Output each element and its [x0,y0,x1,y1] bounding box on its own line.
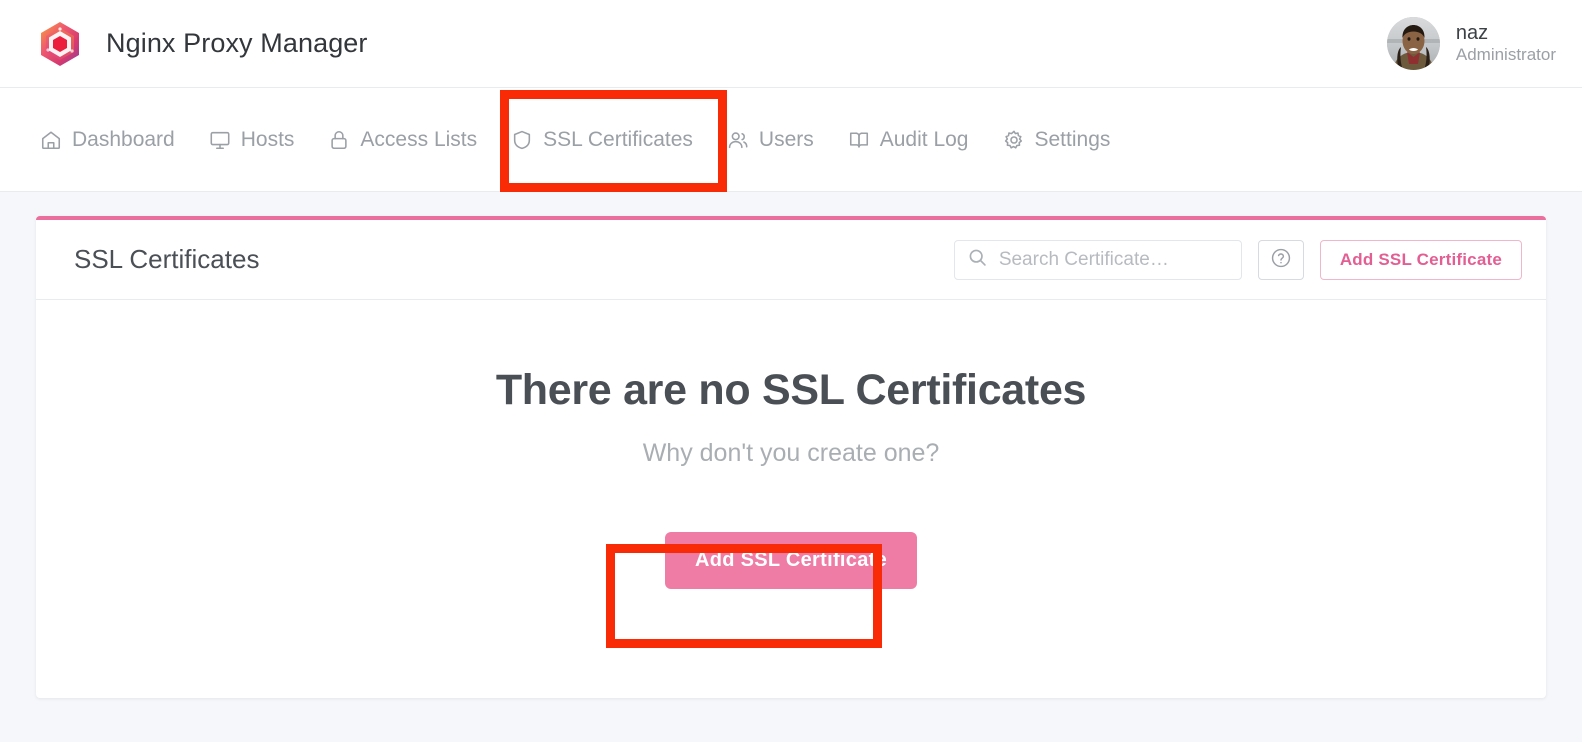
shield-icon [511,129,533,151]
user-role: Administrator [1455,45,1556,65]
avatar [1386,17,1440,70]
npm-hexagon-logo-icon [36,20,84,68]
lock-icon [328,129,350,151]
user-name: naz [1455,22,1489,45]
users-icon [727,129,749,151]
monitor-icon [209,129,231,151]
card-header: SSL Certificates Add SSL Certificate [36,220,1546,300]
ssl-certificates-card: SSL Certificates Add SSL Certificate The [36,216,1546,698]
help-button[interactable] [1257,239,1304,280]
nav-item-label: Dashboard [72,127,175,151]
gear-icon [1003,129,1025,151]
search-icon [967,247,988,273]
home-icon [40,129,62,151]
nav-item-audit-log[interactable]: Audit Log [831,88,986,191]
nav-item-label: Hosts [240,127,295,151]
nav-item-label: Users [758,127,814,151]
user-menu[interactable]: naz Administrator [1386,17,1556,70]
question-circle-icon [1270,247,1292,272]
nav-item-label: SSL Certificates [543,127,693,151]
page-title: SSL Certificates [74,244,260,274]
empty-state-title: There are no SSL Certificates [495,366,1087,414]
main-navigation: Dashboard Hosts Access Lists SSL Certifi… [0,88,1582,192]
search-box[interactable] [953,239,1242,280]
empty-state-add-ssl-certificate-button[interactable]: Add SSL Certificate [664,532,918,589]
card-actions: Add SSL Certificate [953,239,1522,280]
nav-item-settings[interactable]: Settings [986,88,1128,191]
empty-state-subtitle: Why don't you create one? [642,439,940,467]
page-content: SSL Certificates Add SSL Certificate The [0,192,1582,742]
app-header: Nginx Proxy Manager naz Administrator [0,0,1582,88]
header-add-ssl-certificate-button[interactable]: Add SSL Certificate [1319,239,1522,280]
nav-item-dashboard[interactable]: Dashboard [36,88,192,191]
nav-item-ssl-certificates[interactable]: SSL Certificates [494,88,710,191]
brand-title: Nginx Proxy Manager [106,28,368,58]
nav-item-label: Access Lists [360,127,478,151]
nav-item-access-lists[interactable]: Access Lists [311,88,494,191]
nav-item-hosts[interactable]: Hosts [192,88,312,191]
brand[interactable]: Nginx Proxy Manager [36,20,368,68]
nav-item-users[interactable]: Users [710,88,831,191]
nav-item-label: Settings [1034,127,1111,151]
book-icon [848,129,870,151]
nav-item-label: Audit Log [879,127,969,151]
empty-state: There are no SSL Certificates Why don't … [36,300,1546,698]
search-input[interactable] [998,248,1229,271]
